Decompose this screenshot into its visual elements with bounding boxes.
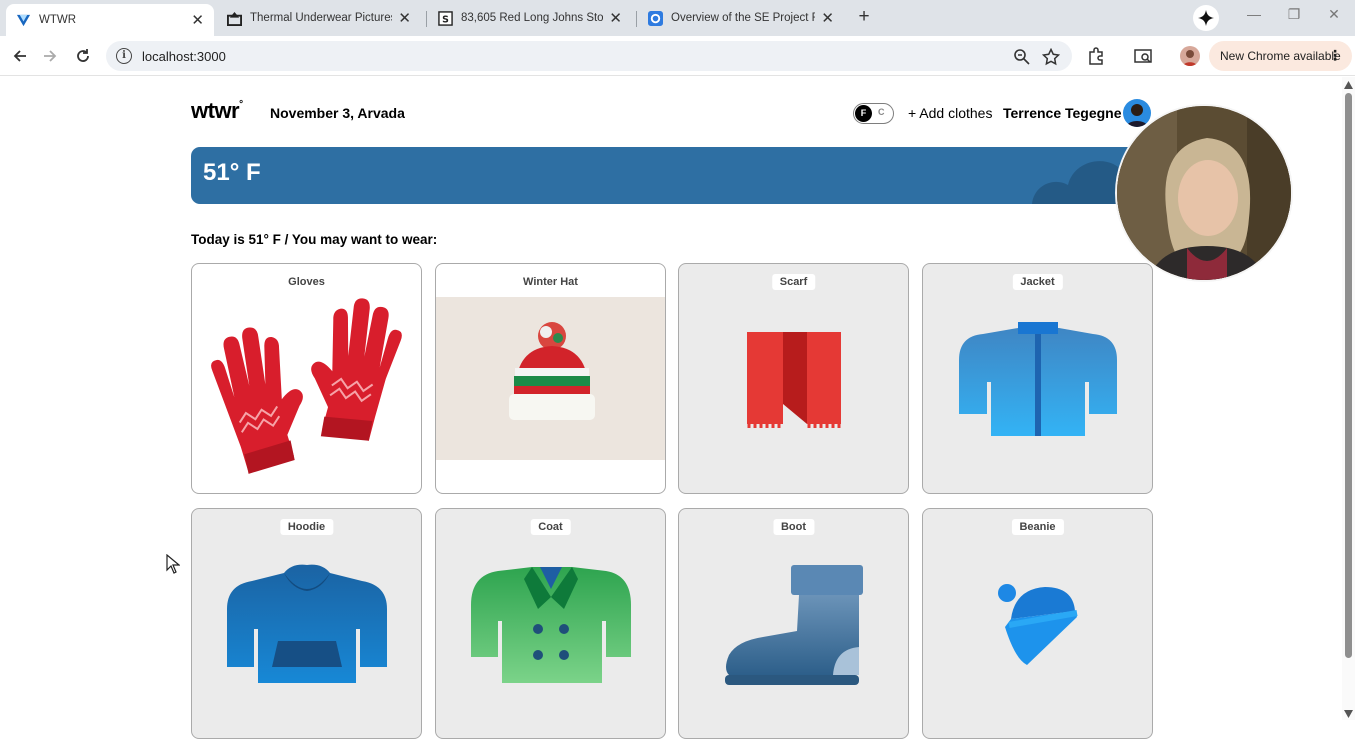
arrow-left-icon <box>13 50 26 62</box>
close-icon[interactable]: ✕ <box>821 9 834 27</box>
add-clothes-button[interactable]: + Add clothes <box>908 105 992 121</box>
scroll-down-arrow-icon[interactable] <box>1344 710 1353 718</box>
boot-icon <box>725 565 863 685</box>
new-tab-button[interactable]: + <box>853 6 875 28</box>
item-card-jacket[interactable]: Jacket <box>922 263 1153 494</box>
profile-avatar[interactable] <box>1180 46 1200 66</box>
tab-separator <box>636 11 637 27</box>
chrome-update-button[interactable]: New Chrome available ⋮ <box>1209 41 1352 71</box>
vuetify-icon <box>16 14 31 26</box>
scrollbar-thumb[interactable] <box>1345 93 1352 658</box>
toggle-option-c: C <box>878 107 885 117</box>
item-card-gloves[interactable]: Gloves <box>191 263 422 494</box>
tab-separator <box>426 11 427 27</box>
weather-temperature: 51° F <box>203 159 261 186</box>
tab-search-icon[interactable] <box>1133 46 1153 66</box>
date-location: November 3, Arvada <box>270 105 405 121</box>
winter-hat-icon <box>509 322 595 420</box>
tab-se-project[interactable]: Overview of the SE Project Rea ✕ <box>638 4 844 32</box>
jacket-icon <box>959 322 1117 436</box>
minimize-button[interactable]: — <box>1244 6 1264 22</box>
forward-button[interactable] <box>38 44 62 68</box>
image-site-icon <box>227 11 242 26</box>
zoom-icon[interactable] <box>1013 48 1031 66</box>
user-avatar[interactable] <box>1123 99 1151 127</box>
close-icon[interactable]: ✕ <box>609 9 622 27</box>
url-text: localhost:3000 <box>142 48 226 64</box>
item-card-coat[interactable]: Coat <box>435 508 666 739</box>
presenter-video <box>1117 106 1291 280</box>
mouse-cursor-icon <box>166 554 180 574</box>
site-info-icon[interactable]: i <box>116 48 132 64</box>
reload-icon <box>77 49 89 62</box>
clothing-suggestion: Today is 51° F / You may want to wear: <box>191 232 438 247</box>
window-close-button[interactable]: ✕ <box>1324 6 1344 23</box>
item-card-hoodie[interactable]: Hoodie <box>191 508 422 739</box>
update-label: New Chrome available <box>1220 49 1341 63</box>
tab-wtwr[interactable]: WTWR ✕ <box>6 4 214 36</box>
webcam-overlay <box>1115 104 1293 282</box>
reload-button[interactable] <box>71 44 95 68</box>
temperature-unit-toggle[interactable]: F C <box>853 103 894 124</box>
tab-title: Thermal Underwear Pictures | D <box>250 12 393 24</box>
coat-icon <box>471 567 631 683</box>
tab-red-long-johns[interactable]: S 83,605 Red Long Johns Stock Ph ✕ <box>428 4 632 32</box>
logo-text: wtwr <box>191 98 240 123</box>
scarf-icon <box>747 332 841 428</box>
username: Terrence Tegegne <box>1003 105 1122 121</box>
tab-thermal-underwear[interactable]: Thermal Underwear Pictures | D ✕ <box>217 4 421 32</box>
back-button[interactable] <box>8 44 32 68</box>
browser-toolbar: i localhost:3000 New Chrome available ⋮ <box>0 36 1355 76</box>
gear-icon <box>648 10 663 26</box>
weather-card: 51° F <box>191 147 1152 204</box>
shutterstock-icon: S <box>438 10 453 26</box>
item-card-boot[interactable]: Boot <box>678 508 909 739</box>
sparkle-icon <box>1198 10 1214 26</box>
close-icon[interactable]: ✕ <box>191 11 204 29</box>
tab-title: Overview of the SE Project Rea <box>671 12 815 24</box>
app-logo[interactable]: wtwr° <box>191 98 243 124</box>
profile-icon <box>1183 50 1197 66</box>
tab-title: WTWR <box>39 14 77 26</box>
gemini-button[interactable] <box>1193 5 1219 31</box>
browser-tab-bar: WTWR ✕ Thermal Underwear Pictures | D ✕ … <box>0 0 1355 36</box>
hoodie-icon <box>227 564 387 683</box>
item-card-beanie[interactable]: Beanie <box>922 508 1153 739</box>
item-card-scarf[interactable]: Scarf <box>678 263 909 494</box>
bookmark-star-icon[interactable] <box>1042 48 1060 66</box>
close-icon[interactable]: ✕ <box>398 9 411 27</box>
item-card-winter-hat[interactable]: Winter Hat <box>435 263 666 494</box>
extensions-icon[interactable] <box>1086 46 1106 66</box>
address-bar[interactable]: i localhost:3000 <box>106 41 1072 71</box>
tab-title: 83,605 Red Long Johns Stock Ph <box>461 12 604 24</box>
scroll-up-arrow-icon[interactable] <box>1344 81 1353 89</box>
toggle-knob-f: F <box>855 105 872 122</box>
app-header: wtwr° November 3, Arvada F C + Add cloth… <box>191 96 1152 132</box>
more-menu-icon[interactable]: ⋮ <box>1328 47 1342 64</box>
svg-text:S: S <box>442 14 449 25</box>
restore-button[interactable]: ❐ <box>1284 6 1304 23</box>
avatar-icon <box>1126 104 1148 127</box>
arrow-right-icon <box>44 50 57 62</box>
logo-mark: ° <box>239 98 243 110</box>
gloves-icon <box>211 298 402 474</box>
beanie-icon <box>998 584 1078 665</box>
